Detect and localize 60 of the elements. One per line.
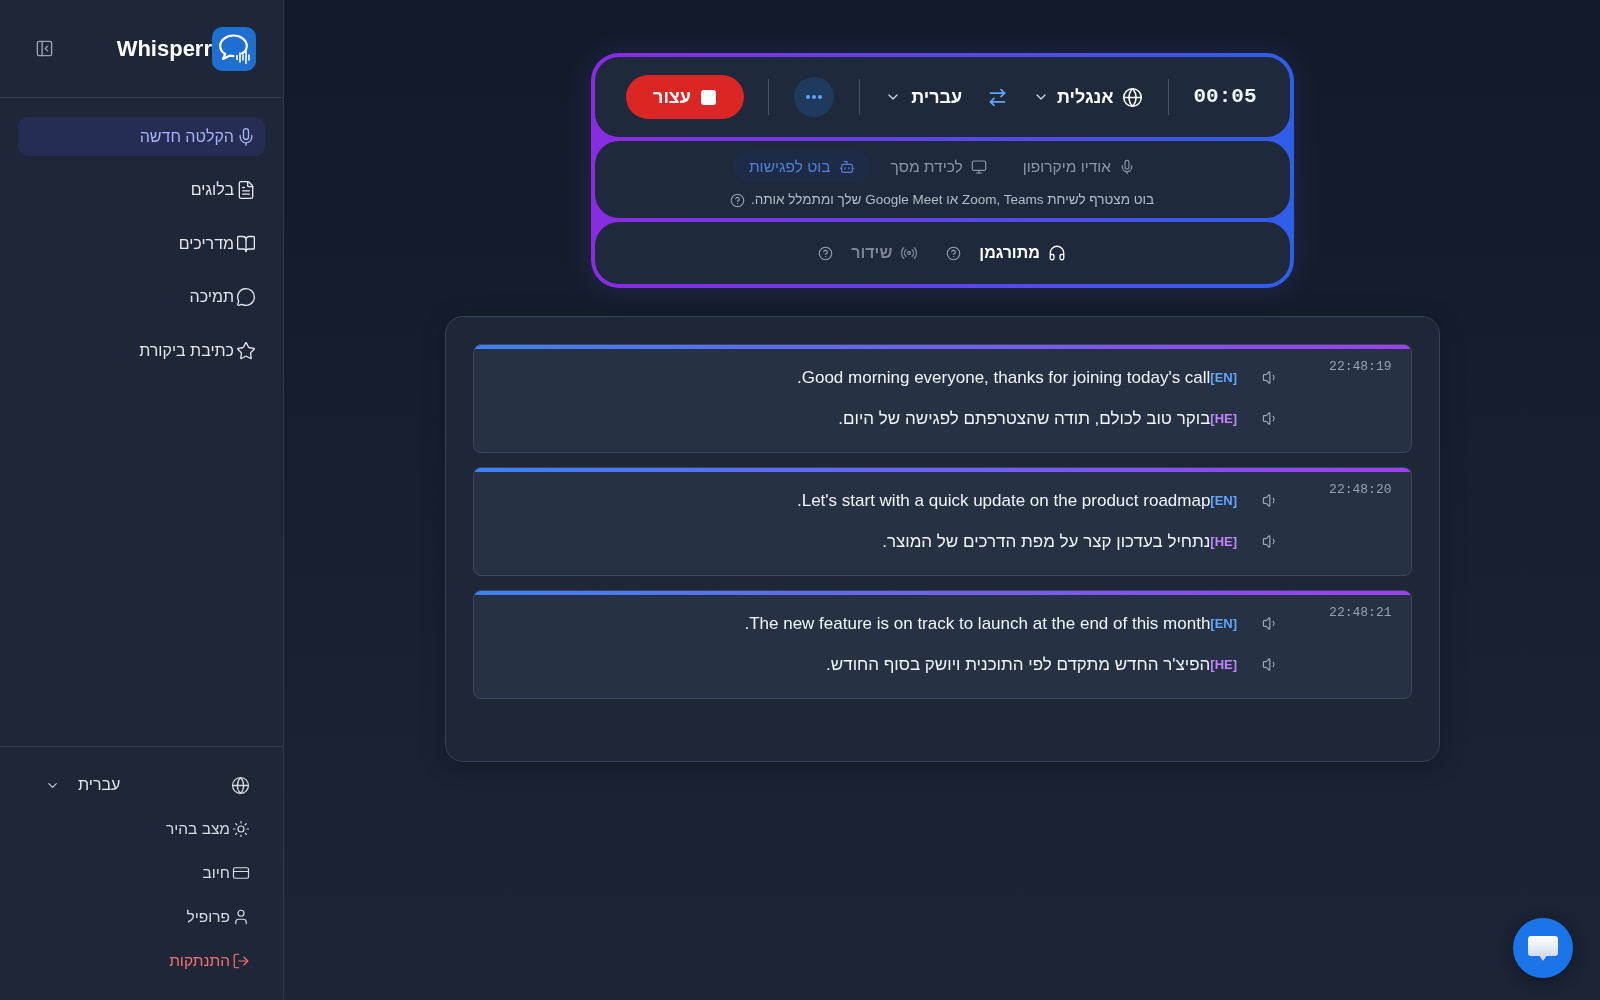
mode-toggle[interactable]: מתורגמן — [979, 241, 1066, 265]
logo-icon — [212, 26, 256, 71]
more-button[interactable] — [794, 77, 835, 117]
speech-bubble-icon — [236, 287, 256, 307]
menu-item[interactable]: התנתקות — [169, 948, 250, 974]
transcript-text: בוקר טוב לכולם, תודה שהצטרפתם לפגישה של היום. — [838, 408, 1211, 430]
headphones-icon — [1047, 244, 1066, 262]
document-icon — [236, 180, 256, 200]
source-language-select[interactable]: אנגלית — [1033, 83, 1143, 111]
sidebar-item[interactable]: כתיבת ביקורת — [18, 331, 265, 370]
mode-toggle[interactable]: שידור — [851, 241, 919, 265]
star-icon — [236, 340, 256, 361]
robot-icon — [838, 158, 855, 175]
ellipsis-icon — [806, 95, 823, 99]
person-icon — [232, 908, 250, 926]
language-tag: [EN] — [1210, 611, 1238, 636]
menu-item[interactable]: פרופיל — [186, 904, 250, 930]
stop-button[interactable]: עצור — [625, 75, 744, 119]
sidebar-item[interactable]: תמיכה — [18, 277, 265, 317]
sun-icon — [232, 820, 250, 838]
language-tag: [EN] — [1210, 488, 1238, 513]
help-icon[interactable] — [729, 192, 745, 208]
timestamp: 22:48:19 — [1329, 359, 1392, 375]
sidebar-item[interactable]: מדריכים — [18, 224, 265, 263]
timestamp: 22:48:21 — [1329, 605, 1392, 621]
sidebar-item[interactable]: הקלטה חדשה — [18, 117, 265, 156]
transcript-text: Let's start with a quick update on the product roadmap. — [796, 490, 1211, 512]
speech-bubble-icon — [1527, 934, 1559, 962]
source-description: בוט מצטרף לשיחת Zoom, Teams או Google Meet שלך ומתמלל אותה. — [750, 191, 1155, 209]
transcript-text: Good morning everyone, thanks for joining today's call. — [797, 367, 1211, 389]
book-icon — [236, 233, 256, 254]
transcript-text: הפיצ'ר החדש מתקדם לפי התוכנית ויושק בסוף החודש. — [826, 654, 1211, 676]
broadcast-icon — [900, 244, 919, 262]
language-tag: [HE] — [1210, 652, 1238, 677]
help-icon[interactable] — [818, 245, 834, 261]
logout-icon — [232, 952, 250, 970]
sidebar-toggle-icon[interactable] — [35, 39, 54, 58]
stop-square-icon — [700, 89, 716, 105]
app-name: Whisperr — [116, 34, 212, 63]
source-tab[interactable]: בוט לפגישות — [732, 151, 871, 182]
globe-icon — [231, 775, 250, 795]
monitor-icon — [970, 158, 987, 175]
menu-item[interactable]: מצב בהיר — [165, 816, 250, 842]
timer: 00:05 — [1193, 84, 1257, 111]
language-select[interactable]: עברית — [33, 772, 121, 798]
transcript-text: The new feature is on track to launch at the end of this month. — [744, 613, 1211, 635]
language-tag: [HE] — [1210, 406, 1238, 431]
chat-button[interactable] — [1513, 918, 1573, 978]
help-icon[interactable] — [946, 245, 962, 261]
transcript-text: נתחיל בעדכון קצר על מפת הדרכים של המוצר. — [882, 531, 1211, 553]
language-tag: [HE] — [1210, 529, 1238, 554]
timestamp: 22:48:20 — [1329, 482, 1392, 498]
sidebar-item[interactable]: בלוגים — [18, 170, 265, 210]
source-tab[interactable]: לכידת מסך — [874, 151, 1003, 182]
target-language-select[interactable]: עברית — [885, 83, 963, 111]
source-tab[interactable]: אודיו מיקרופון — [1006, 151, 1152, 182]
language-tag: [EN] — [1210, 365, 1238, 390]
credit-card-icon — [232, 864, 250, 882]
globe-icon — [1121, 86, 1143, 108]
menu-item[interactable]: חיוב — [202, 860, 250, 886]
